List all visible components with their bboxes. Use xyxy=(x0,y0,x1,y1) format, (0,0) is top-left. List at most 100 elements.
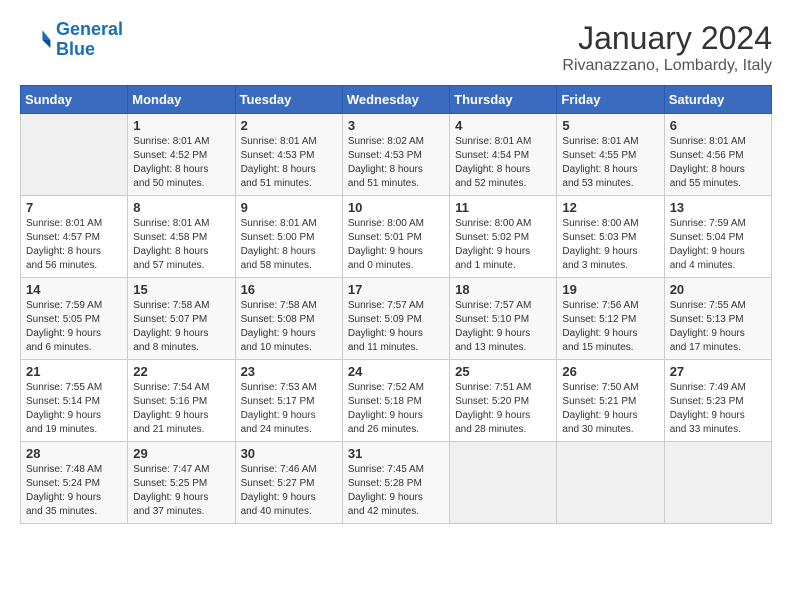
day-info: Sunrise: 7:59 AM Sunset: 5:05 PM Dayligh… xyxy=(26,299,122,355)
day-cell: 23Sunrise: 7:53 AM Sunset: 5:17 PM Dayli… xyxy=(235,360,342,442)
day-cell xyxy=(450,442,557,524)
day-info: Sunrise: 8:00 AM Sunset: 5:03 PM Dayligh… xyxy=(562,217,658,273)
day-info: Sunrise: 8:01 AM Sunset: 4:57 PM Dayligh… xyxy=(26,217,122,273)
header-cell-tuesday: Tuesday xyxy=(235,86,342,114)
day-number: 14 xyxy=(26,282,122,297)
day-info: Sunrise: 8:00 AM Sunset: 5:02 PM Dayligh… xyxy=(455,217,551,273)
day-cell: 20 Sunrise: 7:55 AM Sunset: 5:13 PM Dayli… xyxy=(664,278,771,360)
day-info: Sunrise: 8:01 AM Sunset: 4:53 PM Dayligh… xyxy=(241,135,337,191)
day-number: 8 xyxy=(133,200,229,215)
day-info: Sunrise: 7:48 AM Sunset: 5:24 PM Dayligh… xyxy=(26,463,122,519)
day-number: 27 xyxy=(670,364,766,379)
day-info: Sunrise: 7:55 AM Sunset: 5:14 PM Dayligh… xyxy=(26,381,122,437)
day-cell: 24 Sunrise: 7:52 AM Sunset: 5:18 PM Dayli… xyxy=(342,360,449,442)
day-number: 10 xyxy=(348,200,444,215)
day-cell: 26 Sunrise: 7:50 AM Sunset: 5:21 PM Dayli… xyxy=(557,360,664,442)
day-info: Sunrise: 7:57 AM Sunset: 5:10 PM Dayligh… xyxy=(455,299,551,355)
day-info: Sunrise: 8:01 AM Sunset: 4:58 PM Dayligh… xyxy=(133,217,229,273)
day-info: Sunrise: 7:58 AM Sunset: 5:07 PM Dayligh… xyxy=(133,299,229,355)
day-info: Sunrise: 7:55 AM Sunset: 5:13 PM Dayligh… xyxy=(670,299,766,355)
day-cell: 31Sunrise: 7:45 AM Sunset: 5:28 PM Dayli… xyxy=(342,442,449,524)
day-info: Sunrise: 7:57 AM Sunset: 5:09 PM Dayligh… xyxy=(348,299,444,355)
day-cell: 30Sunrise: 7:46 AM Sunset: 5:27 PM Dayli… xyxy=(235,442,342,524)
day-number: 17 xyxy=(348,282,444,297)
day-number: 1 xyxy=(133,118,229,133)
day-info: Sunrise: 7:58 AM Sunset: 5:08 PM Dayligh… xyxy=(241,299,337,355)
day-cell: 29 Sunrise: 7:47 AM Sunset: 5:25 PM Dayli… xyxy=(128,442,235,524)
day-number: 12 xyxy=(562,200,658,215)
day-info: Sunrise: 7:56 AM Sunset: 5:12 PM Dayligh… xyxy=(562,299,658,355)
day-cell: 14 Sunrise: 7:59 AM Sunset: 5:05 PM Dayli… xyxy=(21,278,128,360)
header-cell-saturday: Saturday xyxy=(664,86,771,114)
logo-icon xyxy=(20,24,52,56)
day-number: 20 xyxy=(670,282,766,297)
day-cell: 28 Sunrise: 7:48 AM Sunset: 5:24 PM Dayli… xyxy=(21,442,128,524)
day-cell: 17 Sunrise: 7:57 AM Sunset: 5:09 PM Dayli… xyxy=(342,278,449,360)
day-cell xyxy=(557,442,664,524)
header-cell-sunday: Sunday xyxy=(21,86,128,114)
day-number: 3 xyxy=(348,118,444,133)
day-number: 25 xyxy=(455,364,551,379)
day-info: Sunrise: 7:52 AM Sunset: 5:18 PM Dayligh… xyxy=(348,381,444,437)
day-info: Sunrise: 8:01 AM Sunset: 4:52 PM Dayligh… xyxy=(133,135,229,191)
day-cell: 25 Sunrise: 7:51 AM Sunset: 5:20 PM Dayli… xyxy=(450,360,557,442)
header-cell-wednesday: Wednesday xyxy=(342,86,449,114)
day-cell: 6 Sunrise: 8:01 AM Sunset: 4:56 PM Daylig… xyxy=(664,114,771,196)
header-row: SundayMondayTuesdayWednesdayThursdayFrid… xyxy=(21,86,772,114)
calendar-table: SundayMondayTuesdayWednesdayThursdayFrid… xyxy=(20,85,772,524)
week-row-2: 7Sunrise: 8:01 AM Sunset: 4:57 PM Daylig… xyxy=(21,196,772,278)
day-cell: 3 Sunrise: 8:02 AM Sunset: 4:53 PM Daylig… xyxy=(342,114,449,196)
day-info: Sunrise: 7:59 AM Sunset: 5:04 PM Dayligh… xyxy=(670,217,766,273)
day-info: Sunrise: 7:49 AM Sunset: 5:23 PM Dayligh… xyxy=(670,381,766,437)
day-number: 6 xyxy=(670,118,766,133)
day-number: 16 xyxy=(241,282,337,297)
title-area: January 2024 Rivanazzano, Lombardy, Ital… xyxy=(562,20,772,75)
day-info: Sunrise: 8:02 AM Sunset: 4:53 PM Dayligh… xyxy=(348,135,444,191)
day-number: 5 xyxy=(562,118,658,133)
day-cell: 8 Sunrise: 8:01 AM Sunset: 4:58 PM Daylig… xyxy=(128,196,235,278)
day-cell: 12 Sunrise: 8:00 AM Sunset: 5:03 PM Dayli… xyxy=(557,196,664,278)
day-cell: 16 Sunrise: 7:58 AM Sunset: 5:08 PM Dayli… xyxy=(235,278,342,360)
day-number: 31 xyxy=(348,446,444,461)
logo: General Blue xyxy=(20,20,123,60)
day-number: 2 xyxy=(241,118,337,133)
day-number: 24 xyxy=(348,364,444,379)
day-info: Sunrise: 7:50 AM Sunset: 5:21 PM Dayligh… xyxy=(562,381,658,437)
day-number: 18 xyxy=(455,282,551,297)
day-cell: 4Sunrise: 8:01 AM Sunset: 4:54 PM Daylig… xyxy=(450,114,557,196)
day-cell xyxy=(21,114,128,196)
day-number: 29 xyxy=(133,446,229,461)
day-cell: 27 Sunrise: 7:49 AM Sunset: 5:23 PM Dayli… xyxy=(664,360,771,442)
day-cell xyxy=(664,442,771,524)
day-info: Sunrise: 8:01 AM Sunset: 4:54 PM Dayligh… xyxy=(455,135,551,191)
day-cell: 22 Sunrise: 7:54 AM Sunset: 5:16 PM Dayli… xyxy=(128,360,235,442)
day-cell: 19Sunrise: 7:56 AM Sunset: 5:12 PM Dayli… xyxy=(557,278,664,360)
day-info: Sunrise: 8:01 AM Sunset: 4:56 PM Dayligh… xyxy=(670,135,766,191)
header-cell-thursday: Thursday xyxy=(450,86,557,114)
day-info: Sunrise: 8:01 AM Sunset: 5:00 PM Dayligh… xyxy=(241,217,337,273)
day-number: 26 xyxy=(562,364,658,379)
logo-line1: General xyxy=(56,19,123,39)
day-info: Sunrise: 7:53 AM Sunset: 5:17 PM Dayligh… xyxy=(241,381,337,437)
day-number: 13 xyxy=(670,200,766,215)
location-subtitle: Rivanazzano, Lombardy, Italy xyxy=(562,57,772,75)
header-cell-monday: Monday xyxy=(128,86,235,114)
day-cell: 2 Sunrise: 8:01 AM Sunset: 4:53 PM Daylig… xyxy=(235,114,342,196)
day-cell: 13 Sunrise: 7:59 AM Sunset: 5:04 PM Dayli… xyxy=(664,196,771,278)
day-cell: 1 Sunrise: 8:01 AM Sunset: 4:52 PM Daylig… xyxy=(128,114,235,196)
day-info: Sunrise: 7:51 AM Sunset: 5:20 PM Dayligh… xyxy=(455,381,551,437)
day-cell: 18 Sunrise: 7:57 AM Sunset: 5:10 PM Dayli… xyxy=(450,278,557,360)
day-number: 30 xyxy=(241,446,337,461)
day-info: Sunrise: 8:00 AM Sunset: 5:01 PM Dayligh… xyxy=(348,217,444,273)
day-cell: 5 Sunrise: 8:01 AM Sunset: 4:55 PM Daylig… xyxy=(557,114,664,196)
week-row-1: 1 Sunrise: 8:01 AM Sunset: 4:52 PM Daylig… xyxy=(21,114,772,196)
day-number: 28 xyxy=(26,446,122,461)
day-info: Sunrise: 7:47 AM Sunset: 5:25 PM Dayligh… xyxy=(133,463,229,519)
day-info: Sunrise: 8:01 AM Sunset: 4:55 PM Dayligh… xyxy=(562,135,658,191)
logo-text: General Blue xyxy=(56,20,123,60)
day-info: Sunrise: 7:54 AM Sunset: 5:16 PM Dayligh… xyxy=(133,381,229,437)
day-number: 21 xyxy=(26,364,122,379)
day-number: 11 xyxy=(455,200,551,215)
day-number: 22 xyxy=(133,364,229,379)
day-cell: 9Sunrise: 8:01 AM Sunset: 5:00 PM Daylig… xyxy=(235,196,342,278)
